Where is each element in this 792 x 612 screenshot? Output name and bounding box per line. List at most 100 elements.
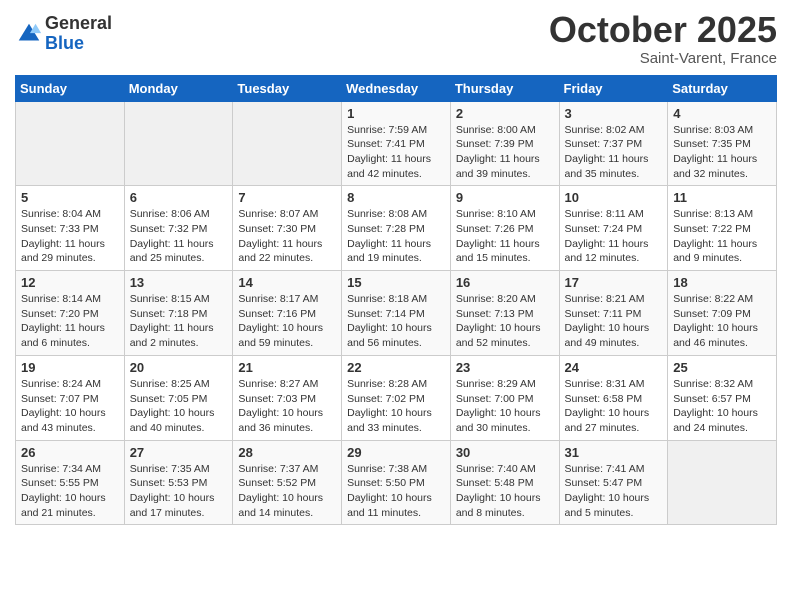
calendar-cell: 2Sunrise: 8:00 AMSunset: 7:39 PMDaylight… [450, 101, 559, 186]
day-detail: Sunrise: 8:29 AMSunset: 7:00 PMDaylight:… [456, 377, 554, 436]
day-detail: Sunrise: 8:10 AMSunset: 7:26 PMDaylight:… [456, 207, 554, 266]
calendar-week-row: 1 Sunrise: 7:59 AMSunset: 7:41 PMDaylight… [16, 101, 777, 186]
header: General Blue October 2025 Saint-Varent, … [15, 10, 777, 67]
calendar-cell: 16 Sunrise: 8:20 AMSunset: 7:13 PMDayligh… [450, 271, 559, 356]
calendar-cell: 17 Sunrise: 8:21 AMSunset: 7:11 PMDayligh… [559, 271, 668, 356]
month-title: October 2025 [549, 10, 777, 50]
day-number: 10 [565, 190, 663, 205]
calendar-cell: 13 Sunrise: 8:15 AMSunset: 7:18 PMDayligh… [124, 271, 233, 356]
logo-text: General Blue [45, 14, 112, 54]
day-detail: Sunrise: 7:35 AMSunset: 5:53 PMDaylight:… [130, 462, 228, 521]
day-number: 11 [673, 190, 771, 205]
day-detail: Sunrise: 8:31 AMSunset: 6:58 PMDaylight:… [565, 377, 663, 436]
day-detail: Sunrise: 8:11 AMSunset: 7:24 PMDaylight:… [565, 207, 663, 266]
day-detail: Sunrise: 8:20 AMSunset: 7:13 PMDaylight:… [456, 292, 554, 351]
calendar-cell: 9 Sunrise: 8:10 AMSunset: 7:26 PMDaylight… [450, 186, 559, 271]
day-detail: Sunrise: 7:34 AMSunset: 5:55 PMDaylight:… [21, 462, 119, 521]
day-number: 19 [21, 360, 119, 375]
day-detail: Sunrise: 7:37 AMSunset: 5:52 PMDaylight:… [238, 462, 336, 521]
calendar-cell: 14 Sunrise: 8:17 AMSunset: 7:16 PMDayligh… [233, 271, 342, 356]
day-number: 15 [347, 275, 445, 290]
day-detail: Sunrise: 8:32 AMSunset: 6:57 PMDaylight:… [673, 377, 771, 436]
day-detail: Sunrise: 8:07 AMSunset: 7:30 PMDaylight:… [238, 207, 336, 266]
day-number: 20 [130, 360, 228, 375]
day-number: 1 [347, 106, 445, 121]
weekday-header: Saturday [668, 75, 777, 101]
day-number: 17 [565, 275, 663, 290]
calendar-cell: 6 Sunrise: 8:06 AMSunset: 7:32 PMDaylight… [124, 186, 233, 271]
day-detail: Sunrise: 8:15 AMSunset: 7:18 PMDaylight:… [130, 292, 228, 351]
page: General Blue October 2025 Saint-Varent, … [0, 0, 792, 612]
day-detail: Sunrise: 8:02 AMSunset: 7:37 PMDaylight:… [565, 123, 663, 182]
day-detail: Sunrise: 8:14 AMSunset: 7:20 PMDaylight:… [21, 292, 119, 351]
calendar-cell [16, 101, 125, 186]
logo-general: General [45, 14, 112, 34]
calendar-cell: 12 Sunrise: 8:14 AMSunset: 7:20 PMDayligh… [16, 271, 125, 356]
logo: General Blue [15, 14, 112, 54]
day-number: 18 [673, 275, 771, 290]
calendar-week-row: 12 Sunrise: 8:14 AMSunset: 7:20 PMDayligh… [16, 271, 777, 356]
day-number: 24 [565, 360, 663, 375]
day-detail: Sunrise: 7:59 AMSunset: 7:41 PMDaylight:… [347, 123, 445, 182]
day-number: 23 [456, 360, 554, 375]
calendar-cell: 27 Sunrise: 7:35 AMSunset: 5:53 PMDayligh… [124, 440, 233, 525]
day-number: 12 [21, 275, 119, 290]
calendar-week-row: 26Sunrise: 7:34 AMSunset: 5:55 PMDayligh… [16, 440, 777, 525]
day-detail: Sunrise: 8:04 AMSunset: 7:33 PMDaylight:… [21, 207, 119, 266]
calendar-cell: 19Sunrise: 8:24 AMSunset: 7:07 PMDayligh… [16, 355, 125, 440]
calendar-cell: 4Sunrise: 8:03 AMSunset: 7:35 PMDaylight… [668, 101, 777, 186]
weekday-header: Monday [124, 75, 233, 101]
calendar-week-row: 5Sunrise: 8:04 AMSunset: 7:33 PMDaylight… [16, 186, 777, 271]
day-number: 25 [673, 360, 771, 375]
day-number: 3 [565, 106, 663, 121]
day-number: 9 [456, 190, 554, 205]
day-detail: Sunrise: 8:18 AMSunset: 7:14 PMDaylight:… [347, 292, 445, 351]
calendar-cell: 3 Sunrise: 8:02 AMSunset: 7:37 PMDaylight… [559, 101, 668, 186]
calendar-cell: 7 Sunrise: 8:07 AMSunset: 7:30 PMDaylight… [233, 186, 342, 271]
calendar-cell [124, 101, 233, 186]
calendar-cell: 26Sunrise: 7:34 AMSunset: 5:55 PMDayligh… [16, 440, 125, 525]
day-detail: Sunrise: 8:06 AMSunset: 7:32 PMDaylight:… [130, 207, 228, 266]
day-detail: Sunrise: 8:21 AMSunset: 7:11 PMDaylight:… [565, 292, 663, 351]
day-detail: Sunrise: 8:03 AMSunset: 7:35 PMDaylight:… [673, 123, 771, 182]
title-block: October 2025 Saint-Varent, France [549, 10, 777, 67]
weekday-header: Friday [559, 75, 668, 101]
day-number: 29 [347, 445, 445, 460]
calendar-cell: 18Sunrise: 8:22 AMSunset: 7:09 PMDayligh… [668, 271, 777, 356]
day-detail: Sunrise: 8:17 AMSunset: 7:16 PMDaylight:… [238, 292, 336, 351]
weekday-header: Tuesday [233, 75, 342, 101]
day-number: 27 [130, 445, 228, 460]
weekday-header-row: SundayMondayTuesdayWednesdayThursdayFrid… [16, 75, 777, 101]
day-detail: Sunrise: 8:08 AMSunset: 7:28 PMDaylight:… [347, 207, 445, 266]
calendar-cell: 23 Sunrise: 8:29 AMSunset: 7:00 PMDayligh… [450, 355, 559, 440]
day-number: 28 [238, 445, 336, 460]
day-number: 6 [130, 190, 228, 205]
day-detail: Sunrise: 7:38 AMSunset: 5:50 PMDaylight:… [347, 462, 445, 521]
calendar-cell: 1 Sunrise: 7:59 AMSunset: 7:41 PMDaylight… [342, 101, 451, 186]
calendar-cell: 11 Sunrise: 8:13 AMSunset: 7:22 PMDayligh… [668, 186, 777, 271]
calendar-cell: 29 Sunrise: 7:38 AMSunset: 5:50 PMDayligh… [342, 440, 451, 525]
calendar: SundayMondayTuesdayWednesdayThursdayFrid… [15, 75, 777, 526]
calendar-cell: 5Sunrise: 8:04 AMSunset: 7:33 PMDaylight… [16, 186, 125, 271]
calendar-cell: 15 Sunrise: 8:18 AMSunset: 7:14 PMDayligh… [342, 271, 451, 356]
day-number: 7 [238, 190, 336, 205]
day-detail: Sunrise: 8:27 AMSunset: 7:03 PMDaylight:… [238, 377, 336, 436]
calendar-cell: 24 Sunrise: 8:31 AMSunset: 6:58 PMDayligh… [559, 355, 668, 440]
day-number: 14 [238, 275, 336, 290]
day-detail: Sunrise: 8:25 AMSunset: 7:05 PMDaylight:… [130, 377, 228, 436]
weekday-header: Wednesday [342, 75, 451, 101]
logo-icon [15, 20, 43, 48]
day-number: 16 [456, 275, 554, 290]
day-number: 22 [347, 360, 445, 375]
calendar-cell: 30Sunrise: 7:40 AMSunset: 5:48 PMDayligh… [450, 440, 559, 525]
calendar-week-row: 19Sunrise: 8:24 AMSunset: 7:07 PMDayligh… [16, 355, 777, 440]
day-detail: Sunrise: 7:41 AMSunset: 5:47 PMDaylight:… [565, 462, 663, 521]
day-number: 31 [565, 445, 663, 460]
day-number: 13 [130, 275, 228, 290]
weekday-header: Sunday [16, 75, 125, 101]
day-detail: Sunrise: 8:00 AMSunset: 7:39 PMDaylight:… [456, 123, 554, 182]
day-detail: Sunrise: 7:40 AMSunset: 5:48 PMDaylight:… [456, 462, 554, 521]
weekday-header: Thursday [450, 75, 559, 101]
location: Saint-Varent, France [549, 50, 777, 67]
day-detail: Sunrise: 8:13 AMSunset: 7:22 PMDaylight:… [673, 207, 771, 266]
